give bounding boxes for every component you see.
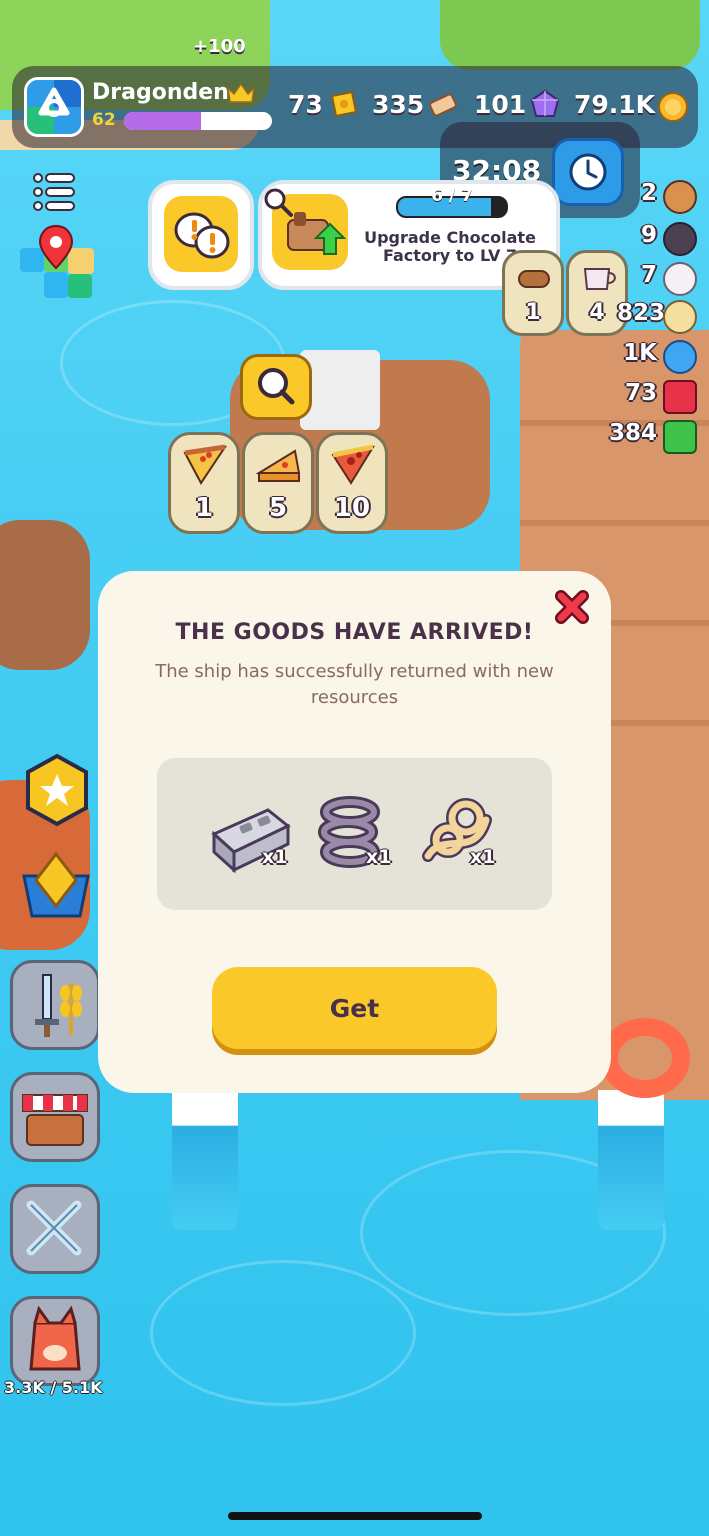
get-button-label: Get <box>329 993 380 1023</box>
inventory-count: 7 <box>640 262 657 288</box>
map-icon[interactable] <box>16 222 100 306</box>
player-avatar[interactable] <box>24 77 84 137</box>
cheese-icon <box>255 449 301 482</box>
pizza-order-bubble[interactable]: 1 <box>168 432 240 534</box>
reward-quantity: x1 <box>366 846 392 868</box>
bread-icon[interactable] <box>663 180 697 214</box>
clock-button[interactable] <box>552 138 624 206</box>
xp-bar <box>124 112 272 130</box>
xp-gain-popup: +100 <box>193 36 246 57</box>
life-ring-icon <box>600 1018 690 1098</box>
inventory-count: 2 <box>640 180 657 206</box>
ticket-icon[interactable] <box>326 88 360 122</box>
pizza-slice-icon <box>183 444 228 485</box>
inventory-count: 9 <box>640 222 657 248</box>
cup-icon <box>583 268 616 290</box>
pizza-count: 1 <box>194 493 214 523</box>
sword-wheat-icon <box>35 974 82 1037</box>
ruby-icon[interactable] <box>663 380 697 414</box>
pizza-order-bubble[interactable]: 5 <box>242 432 314 534</box>
player-level: 62 <box>92 110 116 130</box>
quest-progress-text: 6 / 7 <box>431 186 473 206</box>
magnifier-icon <box>264 188 293 217</box>
pizza-order-bubble[interactable]: 10 <box>316 432 388 534</box>
market-button[interactable] <box>10 1072 100 1162</box>
ship-search-button[interactable] <box>240 354 312 420</box>
player-name: Dragonden <box>92 80 229 105</box>
coin-count: 79.1K <box>574 90 656 119</box>
exclamation-bubbles-icon <box>174 212 230 259</box>
inventory-count: 823 <box>616 300 665 326</box>
avatar-logo-icon <box>27 80 81 134</box>
fox-backpack-icon <box>29 1305 81 1371</box>
gem-count: 101 <box>474 90 527 119</box>
dock-plank <box>520 520 709 526</box>
cotton-icon[interactable] <box>663 262 697 296</box>
coin-icon[interactable] <box>656 90 690 124</box>
home-indicator[interactable] <box>228 1512 482 1520</box>
inventory-count: 1K <box>623 340 657 366</box>
boat <box>0 520 90 670</box>
inventory-count: 384 <box>608 420 657 446</box>
log-icon <box>518 270 550 288</box>
scroll-icon[interactable] <box>426 88 460 122</box>
grass-patch <box>440 0 700 70</box>
emerald-icon[interactable] <box>663 420 697 454</box>
dialog-title: THE GOODS HAVE ARRIVED! <box>175 620 534 645</box>
reward-quantity: x1 <box>470 846 496 868</box>
reward-quantity: x1 <box>262 846 288 868</box>
crown-icon <box>226 82 256 103</box>
scroll-count: 335 <box>372 90 425 119</box>
backpack-button[interactable] <box>10 1296 100 1386</box>
ship-sail <box>300 350 380 430</box>
crossed-swords-icon <box>26 1200 82 1256</box>
blue-gem-icon[interactable] <box>663 340 697 374</box>
inventory-count: 73 <box>624 380 657 406</box>
star-badge-icon[interactable] <box>22 752 92 828</box>
water-ripple <box>150 1260 416 1406</box>
pier-post <box>172 1090 238 1230</box>
alerts-button[interactable] <box>148 180 254 290</box>
pot-icon[interactable] <box>663 222 697 256</box>
cheese-count: 5 <box>268 493 288 523</box>
battle-button[interactable] <box>10 1184 100 1274</box>
gem-icon[interactable] <box>528 88 562 122</box>
ticket-count: 73 <box>288 90 323 119</box>
pier-post <box>598 1090 664 1230</box>
market-stall-icon <box>22 1094 88 1146</box>
pepperoni-pizza-icon <box>331 444 376 485</box>
fishing-event-icon[interactable] <box>14 846 98 930</box>
order-bubble[interactable]: 1 <box>502 250 564 336</box>
get-button[interactable]: Get <box>212 967 497 1049</box>
dialog-subtitle: The ship has successfully returned with … <box>155 661 554 708</box>
magnifier-icon <box>258 368 295 405</box>
backpack-capacity: 3.3K / 5.1K <box>4 1378 103 1397</box>
pepperoni-count: 10 <box>333 493 371 523</box>
egg-icon[interactable] <box>663 300 697 334</box>
menu-list-icon[interactable] <box>30 168 78 216</box>
order-count: 1 <box>525 300 541 325</box>
xp-bar-fill <box>124 112 201 130</box>
farm-combat-button[interactable] <box>10 960 100 1050</box>
clock-icon <box>569 153 607 191</box>
